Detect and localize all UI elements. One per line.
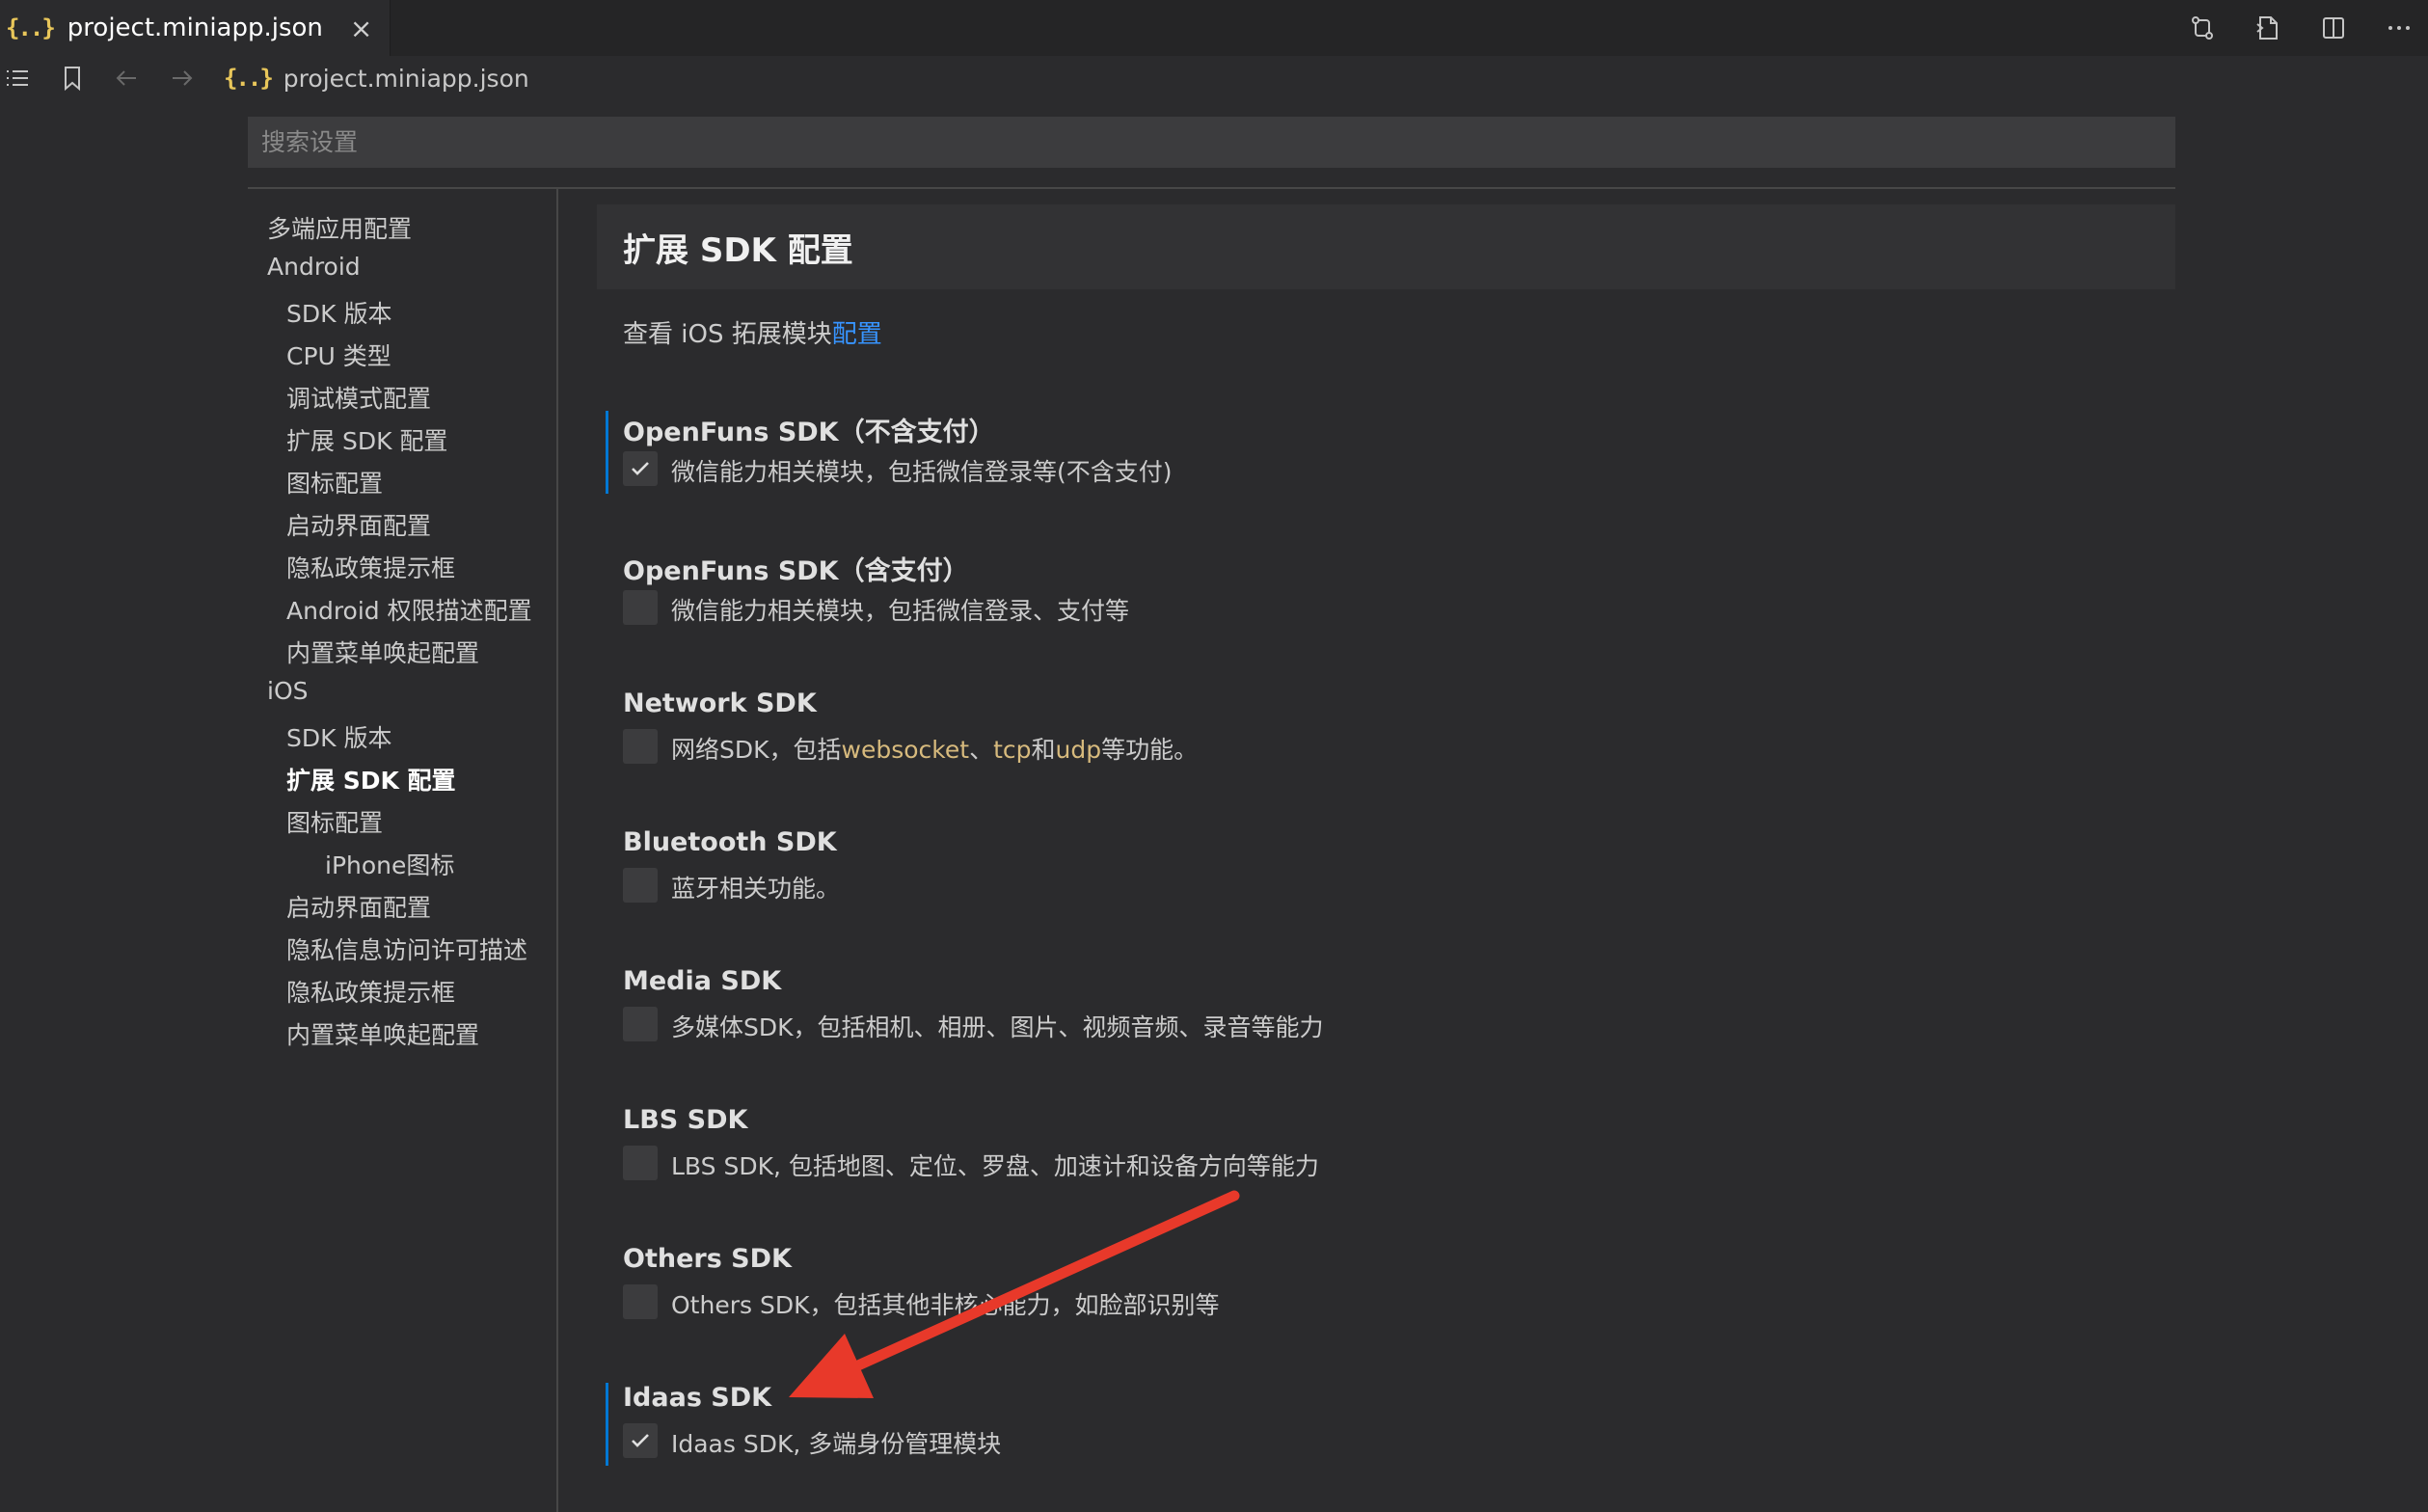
setting-checkbox[interactable] xyxy=(623,729,658,764)
setting-title: Idaas SDK xyxy=(623,1383,772,1413)
setting-checkbox[interactable] xyxy=(623,1284,658,1319)
toc-item[interactable]: SDK 版本 xyxy=(286,295,391,330)
setting-item: OpenFuns SDK（含支付） 微信能力相关模块，包括微信登录、支付等 xyxy=(606,550,2052,646)
close-icon[interactable]: × xyxy=(350,13,372,44)
setting-title: Others SDK xyxy=(623,1244,792,1274)
forward-arrow-icon[interactable] xyxy=(168,64,197,93)
setting-checkbox[interactable] xyxy=(623,590,658,625)
setting-item: Media SDK 多媒体SDK，包括相机、相册、图片、视频音频、录音等能力 xyxy=(606,966,2052,1063)
section-title-text: 扩展 SDK 配置 xyxy=(623,230,853,270)
setting-item: Network SDK 网络SDK，包括websocket、tcp和udp等功能。 xyxy=(606,688,2052,785)
toc-item[interactable]: 调试模式配置 xyxy=(286,380,431,415)
setting-description: LBS SDK, 包括地图、定位、罗盘、加速计和设备方向等能力 xyxy=(671,1152,1319,1180)
setting-title: OpenFuns SDK（不含支付） xyxy=(623,418,995,447)
toc-item[interactable]: iOS xyxy=(267,677,309,705)
setting-description: 多媒体SDK，包括相机、相册、图片、视频音频、录音等能力 xyxy=(671,1013,1324,1041)
toc-item[interactable]: 扩展 SDK 配置 xyxy=(286,762,456,796)
more-icon[interactable] xyxy=(2386,14,2413,41)
toc-item[interactable]: SDK 版本 xyxy=(286,719,391,754)
breadcrumb-file: project.miniapp.json xyxy=(283,64,529,93)
setting-item: OpenFuns SDK（不含支付） 微信能力相关模块，包括微信登录等(不含支付) xyxy=(606,411,2052,507)
json-file-icon: {..} xyxy=(6,14,56,41)
setting-description: 微信能力相关模块，包括微信登录、支付等 xyxy=(671,597,1130,625)
compare-icon[interactable] xyxy=(2189,14,2216,41)
code-term: udp xyxy=(1055,736,1102,764)
toc-item[interactable]: 隐私信息访问许可描述 xyxy=(286,932,527,966)
modified-indicator xyxy=(606,411,608,494)
breadcrumb-bar: {..} project.miniapp.json xyxy=(0,56,2428,100)
toc-item[interactable]: Android xyxy=(267,253,361,281)
toc-item[interactable]: 启动界面配置 xyxy=(286,889,431,924)
setting-checkbox[interactable] xyxy=(623,451,658,486)
toc-item[interactable]: 图标配置 xyxy=(286,804,383,839)
toc-item[interactable]: 隐私政策提示框 xyxy=(286,974,455,1009)
setting-checkbox[interactable] xyxy=(623,868,658,903)
setting-title: Media SDK xyxy=(623,966,782,996)
editor-tab[interactable]: {..} project.miniapp.json × xyxy=(0,0,391,56)
code-term: websocket xyxy=(841,736,970,764)
setting-title: LBS SDK xyxy=(623,1105,748,1135)
split-editor-icon[interactable] xyxy=(2320,14,2347,41)
editor-tab-bar: {..} project.miniapp.json × xyxy=(0,0,2428,56)
breadcrumb[interactable]: {..} project.miniapp.json xyxy=(224,65,529,93)
settings-toc: 多端应用配置 Android SDK 版本 CPU 类型调试模式配置 扩展 SDK 配置… xyxy=(248,189,558,1512)
editor-actions xyxy=(2189,0,2428,56)
setting-title: Bluetooth SDK xyxy=(623,827,837,857)
setting-description: 微信能力相关模块，包括微信登录等(不含支付) xyxy=(671,458,1173,486)
toc-item[interactable]: Android 权限描述配置 xyxy=(286,592,532,627)
setting-item: Idaas SDK Idaas SDK, 多端身份管理模块 xyxy=(606,1383,2052,1479)
description-text: 等功能。 xyxy=(1101,736,1199,764)
description-text: 网络SDK，包括 xyxy=(671,736,842,764)
back-arrow-icon[interactable] xyxy=(112,64,141,93)
description-text: 查看 iOS 拓展模块 xyxy=(623,320,832,349)
code-term: tcp xyxy=(993,736,1032,764)
setting-item: LBS SDK LBS SDK, 包括地图、定位、罗盘、加速计和设备方向等能力 xyxy=(606,1105,2052,1202)
toc-item[interactable]: 内置菜单唤起配置 xyxy=(286,1016,479,1051)
toc-item[interactable]: iPhone图标 xyxy=(325,847,454,881)
toc-item[interactable]: 启动界面配置 xyxy=(286,507,431,542)
toc-item[interactable]: 图标配置 xyxy=(286,465,383,500)
section-description: 查看 iOS 拓展模块配置 xyxy=(623,314,882,350)
toc-item[interactable]: 扩展 SDK 配置 xyxy=(286,422,447,457)
setting-checkbox[interactable] xyxy=(623,1423,658,1458)
setting-title: Network SDK xyxy=(623,688,817,718)
list-icon[interactable] xyxy=(2,64,31,93)
setting-item: Bluetooth SDK 蓝牙相关功能。 xyxy=(606,827,2052,924)
toc-item[interactable]: 内置菜单唤起配置 xyxy=(286,634,479,669)
description-text: 、 xyxy=(969,736,994,764)
section-title: 扩展 SDK 配置 xyxy=(597,204,2175,289)
config-link[interactable]: 配置 xyxy=(832,320,882,349)
modified-indicator xyxy=(606,1383,608,1466)
setting-item: Others SDK Others SDK，包括其他非核心能力，如脸部识别等 xyxy=(606,1244,2052,1340)
toc-item[interactable]: 多端应用配置 xyxy=(267,210,412,245)
setting-description: 蓝牙相关功能。 xyxy=(671,875,841,903)
json-file-icon: {..} xyxy=(224,65,274,92)
check-icon xyxy=(632,1434,649,1447)
setting-description: 网络SDK，包括websocket、tcp和udp等功能。 xyxy=(671,731,1198,766)
toc-item[interactable]: 隐私政策提示框 xyxy=(286,550,455,584)
setting-checkbox[interactable] xyxy=(623,1146,658,1180)
setting-description: Others SDK，包括其他非核心能力，如脸部识别等 xyxy=(671,1291,1220,1319)
tab-title: project.miniapp.json xyxy=(67,14,323,42)
toc-item[interactable]: CPU 类型 xyxy=(286,338,391,372)
search-settings-input[interactable] xyxy=(248,117,2175,168)
setting-description: Idaas SDK, 多端身份管理模块 xyxy=(671,1430,1002,1458)
check-icon xyxy=(632,462,649,475)
setting-checkbox[interactable] xyxy=(623,1007,658,1041)
open-file-icon[interactable] xyxy=(2254,14,2281,41)
description-text: 和 xyxy=(1031,736,1056,764)
setting-title: OpenFuns SDK（含支付） xyxy=(623,556,969,586)
bookmark-icon[interactable] xyxy=(58,64,87,93)
